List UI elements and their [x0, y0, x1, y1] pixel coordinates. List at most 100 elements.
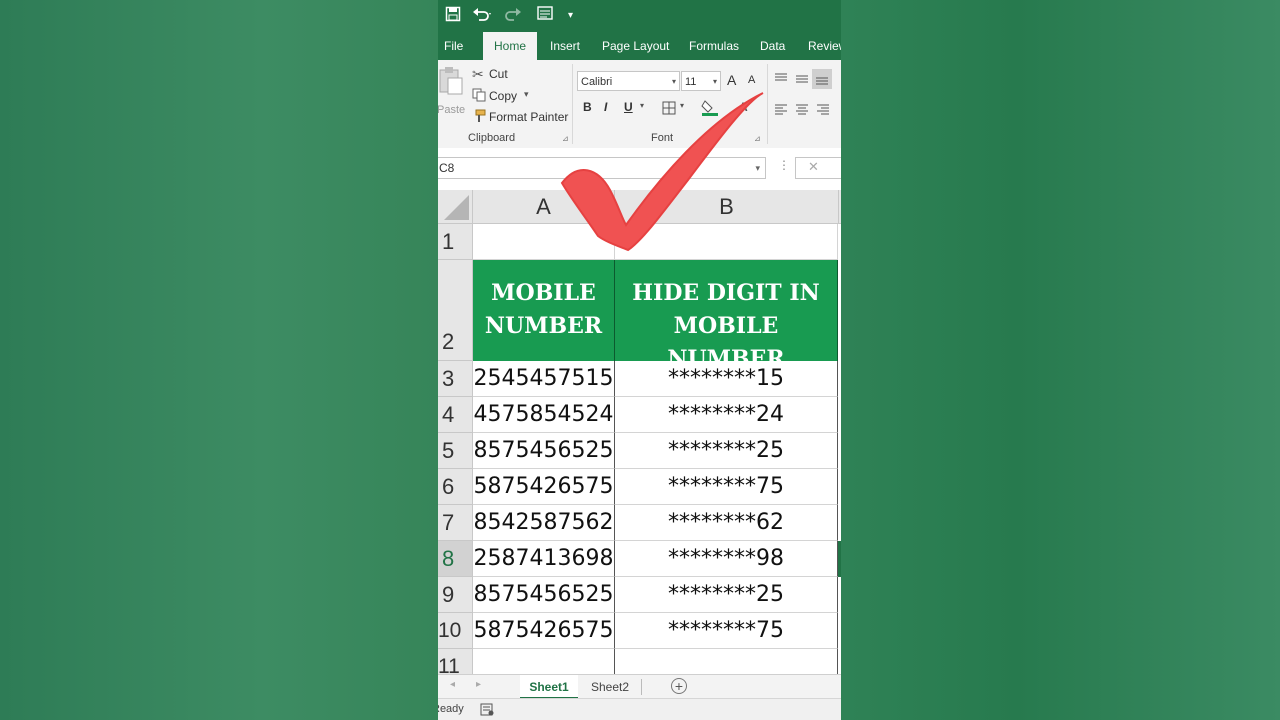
save-icon[interactable]	[445, 6, 461, 28]
row-header[interactable]: 3	[438, 361, 473, 397]
worksheet-grid[interactable]: A B 1 2 MOBILE NUMBER HIDE DIGIT IN MOBI…	[438, 190, 841, 685]
tab-home[interactable]: Home	[483, 32, 537, 60]
font-color-button[interactable]: A	[739, 100, 748, 114]
paste-button[interactable]: Paste	[438, 66, 466, 128]
cell-mobile-number[interactable]: 2545457515	[473, 361, 615, 397]
font-name-value: Calibri	[581, 76, 613, 88]
row-header[interactable]: 7	[438, 505, 473, 541]
font-size-dropdown-icon: ▾	[712, 77, 717, 86]
tab-divider	[641, 679, 642, 695]
cell-hidden-number[interactable]: ********15	[615, 361, 838, 397]
bold-button[interactable]: B	[583, 100, 592, 114]
more-options-icon[interactable]: ⋮	[778, 158, 790, 172]
quick-access-toolbar: ▾	[438, 0, 841, 32]
form-icon[interactable]	[537, 6, 553, 26]
background-left	[0, 0, 438, 720]
active-cell-c8[interactable]	[838, 541, 841, 577]
tab-page-layout[interactable]: Page Layout	[602, 32, 669, 60]
cell-hidden-number[interactable]: ********75	[615, 469, 838, 505]
undo-icon[interactable]	[472, 6, 492, 28]
cell-a1[interactable]	[473, 224, 615, 260]
row-header[interactable]: 10	[438, 613, 473, 649]
row-header[interactable]: 2	[438, 260, 473, 361]
macro-record-icon[interactable]	[480, 703, 494, 719]
column-header-c[interactable]	[839, 190, 841, 224]
format-painter-icon	[472, 109, 486, 128]
cell-hidden-number[interactable]: ********25	[615, 577, 838, 613]
sheet-tab-sheet1[interactable]: Sheet1	[520, 675, 578, 699]
cell-hidden-number[interactable]: ********98	[615, 541, 838, 577]
row-header[interactable]: 6	[438, 469, 473, 505]
align-top-icon[interactable]	[774, 72, 788, 90]
align-middle-icon[interactable]	[795, 72, 809, 90]
ribbon-separator	[572, 64, 573, 144]
font-name-select[interactable]: Calibri ▾	[577, 71, 680, 91]
copy-dropdown-icon[interactable]: ▾	[524, 89, 529, 100]
borders-icon[interactable]	[662, 101, 676, 120]
align-bottom-icon[interactable]	[812, 69, 832, 89]
row-header[interactable]: 1	[438, 224, 473, 260]
scroll-left-icon[interactable]: ◂	[450, 679, 455, 690]
tab-data[interactable]: Data	[760, 32, 785, 60]
cancel-formula-button[interactable]: ✕	[808, 159, 819, 175]
align-center-icon[interactable]	[795, 103, 809, 121]
row-header-selected[interactable]: 8	[438, 541, 473, 577]
cell-mobile-number[interactable]: 4575854524	[473, 397, 615, 433]
row-header[interactable]: 5	[438, 433, 473, 469]
cell-hidden-number[interactable]: ********62	[615, 505, 838, 541]
decrease-font-button[interactable]: A	[748, 74, 755, 86]
header-cell-mobile-number[interactable]: MOBILE NUMBER	[473, 260, 615, 361]
cell-b1[interactable]	[615, 224, 838, 260]
cell-mobile-number[interactable]: 2587413698	[473, 541, 615, 577]
cut-button[interactable]: Cut	[489, 67, 508, 81]
name-box-dropdown-icon[interactable]: ▾	[755, 158, 760, 178]
row-header[interactable]: 4	[438, 397, 473, 433]
add-sheet-button[interactable]: +	[671, 678, 687, 694]
formula-controls: ✕	[795, 157, 841, 179]
tab-file[interactable]: File	[444, 32, 463, 60]
cell-mobile-number[interactable]: 8575456525	[473, 433, 615, 469]
italic-button[interactable]: I	[604, 100, 607, 114]
excel-window: ▾ File Home Insert Page Layout Formulas …	[438, 0, 841, 720]
ribbon-separator	[767, 64, 768, 144]
cell-mobile-number[interactable]: 8542587562	[473, 505, 615, 541]
row-header[interactable]: 9	[438, 577, 473, 613]
underline-dropdown-icon[interactable]: ▾	[640, 101, 644, 110]
format-painter-button[interactable]: Format Painter	[489, 110, 568, 124]
name-box-value: C8	[439, 161, 455, 175]
column-header-b[interactable]: B	[615, 190, 839, 224]
tab-insert[interactable]: Insert	[550, 32, 580, 60]
column-header-a[interactable]: A	[473, 190, 615, 224]
cell-mobile-number[interactable]: 8575456525	[473, 577, 615, 613]
cell-hidden-number[interactable]: ********75	[615, 613, 838, 649]
font-name-dropdown-icon: ▾	[671, 77, 676, 86]
scroll-right-icon[interactable]: ▸	[476, 679, 481, 690]
redo-icon[interactable]	[504, 6, 524, 28]
font-size-value: 11	[685, 76, 697, 88]
font-launcher-icon[interactable]: ⊿	[754, 134, 761, 143]
cell-mobile-number[interactable]: 5875426575	[473, 613, 615, 649]
clipboard-launcher-icon[interactable]: ⊿	[562, 134, 569, 143]
tab-review[interactable]: Review	[808, 32, 841, 60]
name-box[interactable]: C8 ▾	[438, 157, 766, 179]
cell-hidden-number[interactable]: ********24	[615, 397, 838, 433]
fill-color-icon[interactable]	[701, 98, 719, 121]
header-cell-hide-digit[interactable]: HIDE DIGIT IN MOBILE NUMBER	[615, 260, 838, 372]
tab-formulas[interactable]: Formulas	[689, 32, 739, 60]
font-size-select[interactable]: 11 ▾	[681, 71, 721, 91]
copy-icon	[472, 88, 486, 107]
cell-hidden-number[interactable]: ********25	[615, 433, 838, 469]
align-left-icon[interactable]	[774, 103, 788, 121]
background-right	[841, 0, 1280, 720]
copy-button[interactable]: Copy	[489, 89, 517, 103]
font-group-label: Font	[651, 132, 674, 144]
increase-font-button[interactable]: A	[727, 72, 736, 88]
cell-mobile-number[interactable]: 5875426575	[473, 469, 615, 505]
sheet-tab-sheet2[interactable]: Sheet2	[582, 675, 638, 699]
align-right-icon[interactable]	[816, 103, 830, 121]
status-text: Ready	[438, 703, 464, 715]
customize-icon[interactable]: ▾	[568, 6, 573, 26]
select-all-corner[interactable]	[438, 190, 473, 224]
underline-button[interactable]: U	[624, 100, 633, 114]
borders-dropdown-icon[interactable]: ▾	[680, 101, 684, 110]
